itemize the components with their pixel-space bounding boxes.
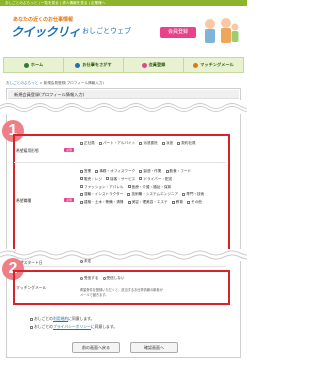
back-button[interactable]: 前の画面へ戻る — [72, 342, 120, 353]
matching-mail-options: 受信する 受信しない — [80, 275, 128, 283]
checkbox[interactable] — [95, 169, 99, 173]
employment-option[interactable]: 正社員 — [80, 140, 95, 148]
site-logo[interactable]: クイックリィ おしごとウェブ — [11, 24, 132, 39]
mail-icon — [193, 62, 199, 68]
mail-option-receive[interactable]: 受信する — [80, 275, 98, 283]
checkbox[interactable] — [182, 192, 186, 196]
job-type-row: 希望職種 必須 営業 事務・オフィスワーク 製造・作業 飲食・フード 販売・レジ… — [14, 164, 226, 250]
job-option[interactable]: 営業 — [80, 168, 91, 176]
people-illustration-icon — [205, 18, 239, 43]
privacy-checkbox[interactable] — [30, 325, 33, 329]
nav-matching-mail[interactable]: マッチングメール — [184, 58, 243, 72]
job-option[interactable]: 医療・介護・福祉・保育 — [127, 184, 171, 192]
terms-consent[interactable]: おしごとの利用規約に同意します。 — [30, 316, 94, 322]
nav-register[interactable]: 会員登録 — [124, 58, 184, 72]
job-option[interactable]: その他 — [187, 199, 202, 207]
privacy-policy-link[interactable]: プライバシーポリシー — [53, 324, 91, 329]
breadcrumb: おしごとのぷらっと > 新規会員登録(プロフィール情報入力) — [6, 81, 104, 86]
checkbox[interactable] — [80, 192, 83, 196]
job-option[interactable]: 製造・作業 — [139, 168, 161, 176]
checkbox[interactable] — [139, 177, 143, 181]
terms-checkbox[interactable] — [30, 317, 33, 321]
nav-mail-label: マッチングメール — [200, 62, 234, 67]
employment-type-options: 正社員 パート・アルバイト 派遣委託 派遣 契約社員 — [80, 140, 220, 148]
job-option[interactable]: 専門・技術 — [182, 191, 204, 199]
job-option[interactable]: ドライバー・配送 — [139, 176, 172, 184]
main-nav: ホーム お仕事をさがす 会員登録 マッチングメール — [3, 57, 244, 73]
privacy-consent[interactable]: おしごとのプライバシーポリシーに同意します。 — [30, 324, 117, 330]
job-option[interactable]: 販売・レジ — [80, 176, 102, 184]
checkbox[interactable] — [139, 141, 143, 145]
job-option[interactable]: 教育 — [171, 199, 183, 207]
site-header: あなたの近くのお仕事情報 クイックリィ おしごとウェブ 会員登録 — [0, 6, 247, 54]
logo-main-text: クイックリィ — [11, 24, 81, 39]
mail-option-not-receive[interactable]: 受信しない — [102, 275, 125, 283]
job-option[interactable]: 接客・サービス — [106, 176, 135, 184]
job-option[interactable]: 事務・オフィスワーク — [95, 168, 135, 176]
start-date-option[interactable]: 未定 — [80, 258, 91, 266]
job-option[interactable]: ファッション・アパレル — [80, 184, 123, 192]
employment-option[interactable]: 派遣委託 — [139, 140, 158, 148]
radio[interactable] — [80, 259, 83, 263]
checkbox[interactable] — [98, 141, 102, 145]
matching-mail-row: マッチングメール 受信する 受信しない 希望条件を登録いただくと、該当するお仕事… — [14, 273, 226, 303]
job-option[interactable]: 技術職・システムエンジニア — [127, 191, 178, 199]
start-date-row: 希望スタート日 未定 — [14, 259, 226, 267]
checkbox[interactable] — [127, 185, 131, 189]
radio[interactable] — [80, 276, 83, 280]
breadcrumb-current: 新規会員登録(プロフィール情報入力) — [43, 81, 104, 85]
checkbox[interactable] — [165, 169, 169, 173]
checkbox[interactable] — [80, 169, 83, 173]
nav-register-label: 会員登録 — [148, 62, 166, 67]
job-type-label: 希望職種 — [16, 198, 32, 203]
job-option[interactable]: 建築・土木・警備・清掃 — [80, 199, 124, 207]
checkbox[interactable] — [80, 200, 83, 204]
job-option[interactable]: 運輸・インストラクター — [80, 191, 123, 199]
nav-home-label: ホーム — [30, 62, 44, 67]
checkbox[interactable] — [127, 200, 131, 204]
matching-mail-label: マッチングメール — [16, 285, 47, 290]
checkbox[interactable] — [80, 177, 83, 181]
checkbox[interactable] — [187, 200, 191, 204]
radio[interactable] — [102, 276, 106, 280]
user-icon — [141, 62, 147, 68]
checkbox[interactable] — [161, 141, 165, 145]
job-option[interactable]: 美容・理美容・エステ — [127, 199, 168, 207]
breadcrumb-home[interactable]: おしごとのぷらっと — [6, 81, 38, 85]
employment-type-row: 希望雇用形態 必須 正社員 パート・アルバイト 派遣委託 派遣 契約社員 — [14, 137, 226, 163]
checkbox[interactable] — [80, 185, 83, 189]
nav-home[interactable]: ホーム — [4, 58, 64, 72]
checkbox[interactable] — [171, 200, 175, 204]
employment-option[interactable]: パート・アルバイト — [98, 140, 135, 148]
torn-edge-divider — [0, 100, 247, 114]
required-badge: 必須 — [64, 148, 74, 152]
home-icon — [23, 62, 29, 68]
nav-search-label: お仕事をさがす — [82, 62, 112, 67]
confirm-button[interactable]: 確認画面へ — [130, 342, 178, 353]
matching-mail-note: メールで届きます。 — [80, 293, 109, 297]
required-badge: 必須 — [64, 198, 74, 202]
terms-link[interactable]: 利用規約 — [53, 316, 68, 321]
job-option[interactable]: 飲食・フード — [165, 168, 191, 176]
nav-search-jobs[interactable]: お仕事をさがす — [64, 58, 124, 72]
checkbox[interactable] — [139, 169, 143, 173]
member-register-badge[interactable]: 会員登録 — [160, 27, 196, 38]
checkbox[interactable] — [177, 141, 181, 145]
start-date-options: 未定 — [80, 258, 94, 266]
logo-sub-text: おしごとウェブ — [82, 27, 132, 35]
job-type-options: 営業 事務・オフィスワーク 製造・作業 飲食・フード 販売・レジ 接客・サービス… — [80, 168, 220, 207]
checkbox[interactable] — [80, 141, 83, 145]
employment-option[interactable]: 派遣 — [161, 140, 173, 148]
employment-option[interactable]: 契約社員 — [177, 140, 196, 148]
search-icon — [75, 62, 81, 68]
employment-type-label: 希望雇用形態 — [16, 148, 39, 153]
panel-title: 新規会員登録(プロフィール情報入力) — [8, 90, 239, 99]
checkbox[interactable] — [106, 177, 110, 181]
